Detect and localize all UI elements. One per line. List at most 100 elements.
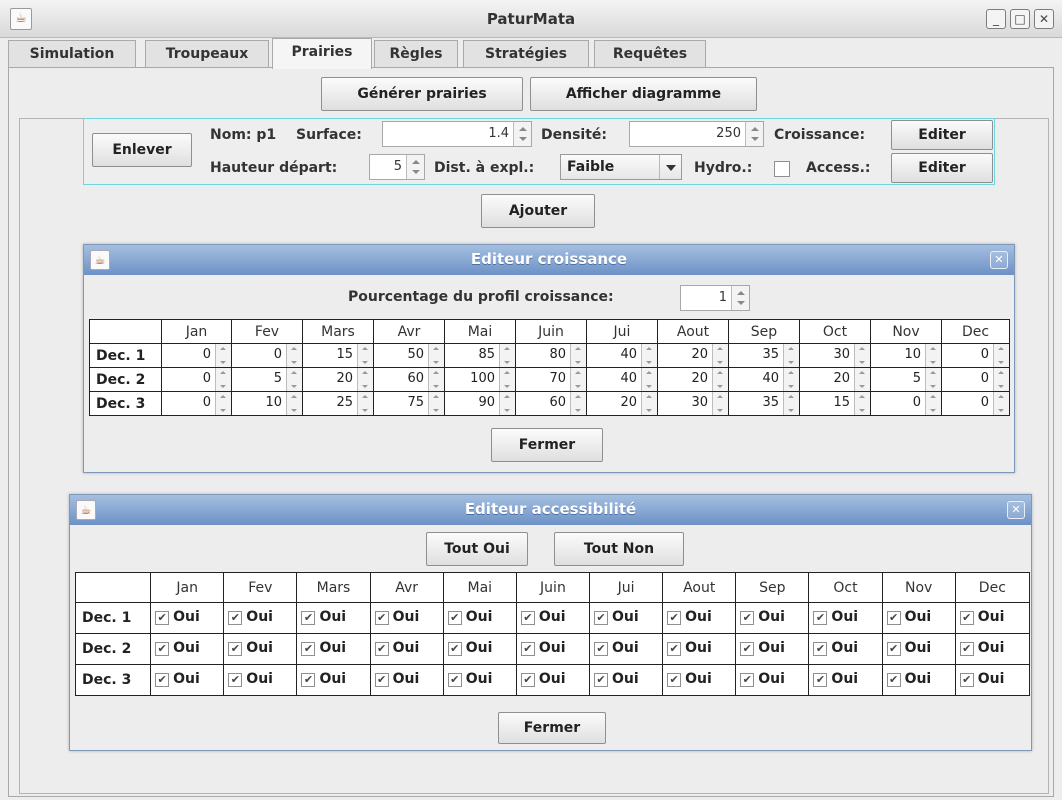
check-icon[interactable]: ✔ [447,642,462,656]
spinner-arrows-icon[interactable] [215,368,231,391]
access-checkbox[interactable]: ✔ Oui [808,664,883,696]
spinner-arrows-icon[interactable] [357,392,373,415]
check-icon[interactable]: ✔ [667,673,682,687]
access-checkbox[interactable]: ✔ Oui [369,633,444,665]
growth-value-spinner[interactable]: 0 [941,391,1010,416]
generate-prairies-button[interactable]: Générer prairies [321,77,523,111]
start-height-spinner[interactable]: 5 [369,154,425,180]
growth-edit-button[interactable]: Editer [891,120,993,150]
growth-value-spinner[interactable]: 5 [231,367,303,392]
growth-value-spinner[interactable]: 0 [941,367,1010,392]
access-checkbox[interactable]: ✔ Oui [881,664,956,696]
growth-value-spinner[interactable]: 40 [728,367,800,392]
growth-value-spinner[interactable]: 60 [515,391,587,416]
growth-value-spinner[interactable]: 0 [231,343,303,368]
access-checkbox[interactable]: ✔ Oui [954,664,1031,696]
check-icon[interactable]: ✔ [886,642,901,656]
growth-value-spinner[interactable]: 20 [586,391,658,416]
tab-simulation[interactable]: Simulation [8,40,136,68]
spinner-arrows-icon[interactable] [215,392,231,415]
check-icon[interactable]: ✔ [301,611,316,625]
close-icon[interactable]: ✕ [990,251,1008,269]
spinner-arrows-icon[interactable] [215,344,231,367]
access-checkbox[interactable]: ✔ Oui [223,633,298,665]
check-icon[interactable]: ✔ [594,642,608,656]
all-yes-button[interactable]: Tout Oui [426,532,528,566]
check-icon[interactable]: ✔ [740,642,755,656]
spinner-arrows-icon[interactable] [745,122,763,146]
growth-value-spinner[interactable]: 20 [657,367,729,392]
check-icon[interactable]: ✔ [301,642,316,656]
access-checkbox[interactable]: ✔ Oui [223,664,298,696]
growth-value-spinner[interactable]: 10 [870,343,942,368]
check-icon[interactable]: ✔ [520,611,535,625]
check-icon[interactable]: ✔ [813,673,828,687]
growth-value-spinner[interactable]: 35 [728,343,800,368]
check-icon[interactable]: ✔ [959,673,974,687]
check-icon[interactable]: ✔ [155,673,170,687]
access-checkbox[interactable]: ✔ Oui [515,633,591,665]
hydro-checkbox[interactable] [774,161,790,177]
spinner-arrows-icon[interactable] [499,344,515,367]
spinner-arrows-icon[interactable] [570,392,586,415]
access-checkbox[interactable]: ✔ Oui [662,664,737,696]
access-checkbox[interactable]: ✔ Oui [442,633,517,665]
spinner-arrows-icon[interactable] [570,368,586,391]
access-checkbox[interactable]: ✔ Oui [296,602,371,634]
spinner-arrows-icon[interactable] [731,286,749,310]
check-icon[interactable]: ✔ [520,642,535,656]
access-checkbox[interactable]: ✔ Oui [662,633,737,665]
check-icon[interactable]: ✔ [155,642,170,656]
tab-prairies[interactable]: Prairies [272,38,372,69]
minimize-icon[interactable]: _ [986,9,1006,29]
spinner-arrows-icon[interactable] [513,122,531,146]
check-icon[interactable]: ✔ [374,673,389,687]
growth-editor-title[interactable]: Editeur croissance [84,245,1014,275]
check-icon[interactable]: ✔ [155,611,170,625]
check-icon[interactable]: ✔ [740,673,755,687]
check-icon[interactable]: ✔ [301,673,316,687]
density-spinner[interactable]: 250 [629,121,764,147]
spinner-arrows-icon[interactable] [641,344,657,367]
spinner-arrows-icon[interactable] [783,392,799,415]
tab-requetes[interactable]: Requêtes [594,40,706,68]
growth-value-spinner[interactable]: 60 [373,367,445,392]
access-checkbox[interactable]: ✔ Oui [150,633,225,665]
spinner-arrows-icon[interactable] [925,392,941,415]
growth-value-spinner[interactable]: 0 [161,343,232,368]
spinner-arrows-icon[interactable] [854,344,870,367]
spinner-arrows-icon[interactable] [641,368,657,391]
growth-value-spinner[interactable]: 40 [586,343,658,368]
check-icon[interactable]: ✔ [886,673,901,687]
spinner-arrows-icon[interactable] [783,368,799,391]
growth-value-spinner[interactable]: 30 [657,391,729,416]
show-diagram-button[interactable]: Afficher diagramme [530,77,757,111]
check-icon[interactable]: ✔ [667,642,682,656]
spinner-arrows-icon[interactable] [570,344,586,367]
spinner-arrows-icon[interactable] [406,155,424,179]
access-edit-button[interactable]: Editer [891,153,993,183]
access-checkbox[interactable]: ✔ Oui [954,633,1031,665]
access-checkbox[interactable]: ✔ Oui [881,602,956,634]
access-checkbox[interactable]: ✔ Oui [954,602,1031,634]
growth-value-spinner[interactable]: 50 [373,343,445,368]
growth-value-spinner[interactable]: 0 [161,391,232,416]
access-checkbox[interactable]: ✔ Oui [150,602,225,634]
access-checkbox[interactable]: ✔ Oui [662,602,737,634]
spinner-arrows-icon[interactable] [993,392,1009,415]
growth-value-spinner[interactable]: 0 [161,367,232,392]
growth-value-spinner[interactable]: 15 [799,391,871,416]
spinner-arrows-icon[interactable] [357,344,373,367]
chevron-down-icon[interactable] [659,155,681,179]
spinner-arrows-icon[interactable] [925,368,941,391]
growth-value-spinner[interactable]: 75 [373,391,445,416]
growth-value-spinner[interactable]: 100 [444,367,516,392]
check-icon[interactable]: ✔ [520,673,535,687]
spinner-arrows-icon[interactable] [712,344,728,367]
spinner-arrows-icon[interactable] [499,368,515,391]
access-checkbox[interactable]: ✔ Oui [808,633,883,665]
growth-value-spinner[interactable]: 25 [302,391,374,416]
growth-value-spinner[interactable]: 80 [515,343,587,368]
access-checkbox[interactable]: ✔ Oui [223,602,298,634]
check-icon[interactable]: ✔ [740,611,755,625]
